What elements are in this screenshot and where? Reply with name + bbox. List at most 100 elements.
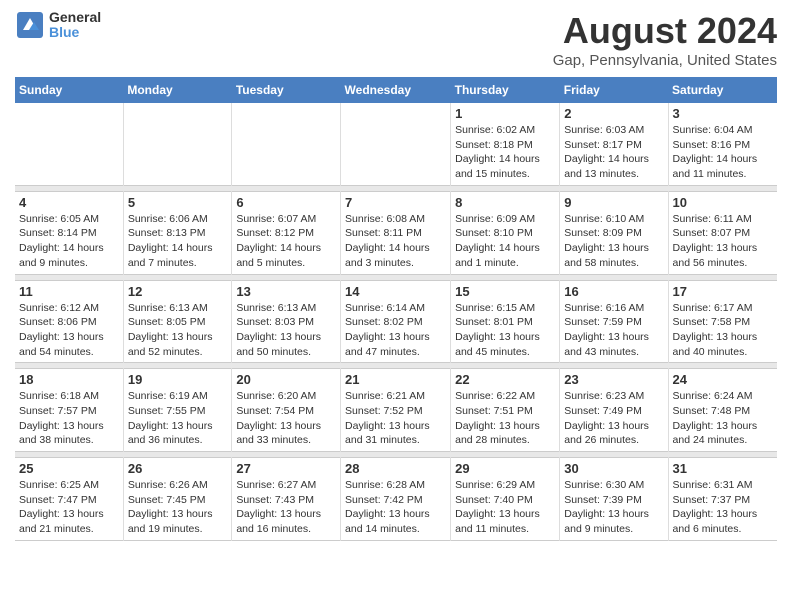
day-number: 6 (236, 195, 336, 210)
day-number: 19 (128, 372, 228, 387)
calendar-cell: 27Sunrise: 6:27 AMSunset: 7:43 PMDayligh… (232, 458, 341, 541)
day-number: 23 (564, 372, 663, 387)
day-detail: Sunrise: 6:31 AMSunset: 7:37 PMDaylight:… (673, 478, 773, 537)
weekday-header: Wednesday (341, 77, 451, 103)
day-detail: Sunrise: 6:14 AMSunset: 8:02 PMDaylight:… (345, 301, 446, 360)
title-block: August 2024 Gap, Pennsylvania, United St… (553, 10, 777, 69)
day-detail: Sunrise: 6:28 AMSunset: 7:42 PMDaylight:… (345, 478, 446, 537)
day-detail: Sunrise: 6:04 AMSunset: 8:16 PMDaylight:… (673, 123, 773, 182)
day-number: 15 (455, 284, 555, 299)
calendar-cell: 5Sunrise: 6:06 AMSunset: 8:13 PMDaylight… (123, 191, 232, 274)
day-detail: Sunrise: 6:11 AMSunset: 8:07 PMDaylight:… (673, 212, 773, 271)
day-detail: Sunrise: 6:21 AMSunset: 7:52 PMDaylight:… (345, 389, 446, 448)
day-detail: Sunrise: 6:20 AMSunset: 7:54 PMDaylight:… (236, 389, 336, 448)
day-detail: Sunrise: 6:05 AMSunset: 8:14 PMDaylight:… (19, 212, 119, 271)
calendar-row: 25 Sunrise: 6:25 AMSunset: 7:47 PMDayligh… (15, 458, 777, 541)
day-number: 29 (455, 461, 555, 476)
calendar-cell: 28Sunrise: 6:28 AMSunset: 7:42 PMDayligh… (341, 458, 451, 541)
day-number: 14 (345, 284, 446, 299)
calendar-table: SundayMondayTuesdayWednesdayThursdayFrid… (15, 77, 777, 541)
day-detail: Sunrise: 6:03 AMSunset: 8:17 PMDaylight:… (564, 123, 663, 182)
day-detail: Sunrise: 6:18 AMSunset: 7:57 PMDaylight:… (19, 389, 119, 448)
calendar-cell: 6 Sunrise: 6:07 AMSunset: 8:12 PMDaylight… (232, 191, 341, 274)
day-detail: Sunrise: 6:02 AMSunset: 8:18 PMDaylight:… (455, 123, 555, 182)
weekday-header: Sunday (15, 77, 123, 103)
day-number: 25 (19, 461, 119, 476)
calendar-cell: 10Sunrise: 6:11 AMSunset: 8:07 PMDayligh… (668, 191, 777, 274)
calendar-cell: 16Sunrise: 6:16 AMSunset: 7:59 PMDayligh… (560, 280, 668, 363)
day-number: 26 (128, 461, 228, 476)
calendar-cell: 26 Sunrise: 6:26 AMSunset: 7:45 PMDayligh… (123, 458, 232, 541)
day-detail: Sunrise: 6:13 AMSunset: 8:05 PMDaylight:… (128, 301, 228, 360)
day-detail: Sunrise: 6:07 AMSunset: 8:12 PMDaylight:… (236, 212, 336, 271)
calendar-cell: 1 Sunrise: 6:02 AMSunset: 8:18 PMDaylight… (451, 103, 560, 185)
logo-general: General (49, 10, 101, 25)
day-number: 17 (673, 284, 773, 299)
day-number: 12 (128, 284, 228, 299)
calendar-cell: 19 Sunrise: 6:19 AMSunset: 7:55 PMDayligh… (123, 369, 232, 452)
day-number: 1 (455, 106, 555, 121)
calendar-cell: 31 Sunrise: 6:31 AMSunset: 7:37 PMDayligh… (668, 458, 777, 541)
calendar-cell: 30Sunrise: 6:30 AMSunset: 7:39 PMDayligh… (560, 458, 668, 541)
calendar-cell: 17 Sunrise: 6:17 AMSunset: 7:58 PMDayligh… (668, 280, 777, 363)
weekday-header: Saturday (668, 77, 777, 103)
day-number: 21 (345, 372, 446, 387)
calendar-cell: 25 Sunrise: 6:25 AMSunset: 7:47 PMDayligh… (15, 458, 123, 541)
day-detail: Sunrise: 6:10 AMSunset: 8:09 PMDaylight:… (564, 212, 663, 271)
logo: General Blue (15, 10, 101, 41)
calendar-row: 4 Sunrise: 6:05 AMSunset: 8:14 PMDaylight… (15, 191, 777, 274)
calendar-cell: 3 Sunrise: 6:04 AMSunset: 8:16 PMDaylight… (668, 103, 777, 185)
day-number: 24 (673, 372, 773, 387)
page-header: General Blue August 2024 Gap, Pennsylvan… (15, 10, 777, 69)
day-detail: Sunrise: 6:13 AMSunset: 8:03 PMDaylight:… (236, 301, 336, 360)
weekday-header: Thursday (451, 77, 560, 103)
calendar-cell: 7Sunrise: 6:08 AMSunset: 8:11 PMDaylight… (341, 191, 451, 274)
calendar-cell: 23 Sunrise: 6:23 AMSunset: 7:49 PMDayligh… (560, 369, 668, 452)
day-number: 18 (19, 372, 119, 387)
day-detail: Sunrise: 6:27 AMSunset: 7:43 PMDaylight:… (236, 478, 336, 537)
day-number: 31 (673, 461, 773, 476)
calendar-cell: 29Sunrise: 6:29 AMSunset: 7:40 PMDayligh… (451, 458, 560, 541)
calendar-cell: 8 Sunrise: 6:09 AMSunset: 8:10 PMDaylight… (451, 191, 560, 274)
day-detail: Sunrise: 6:17 AMSunset: 7:58 PMDaylight:… (673, 301, 773, 360)
calendar-row: 1 Sunrise: 6:02 AMSunset: 8:18 PMDaylight… (15, 103, 777, 185)
day-detail: Sunrise: 6:24 AMSunset: 7:48 PMDaylight:… (673, 389, 773, 448)
calendar-cell: 24 Sunrise: 6:24 AMSunset: 7:48 PMDayligh… (668, 369, 777, 452)
weekday-header: Tuesday (232, 77, 341, 103)
main-title: August 2024 (553, 10, 777, 52)
calendar-cell (232, 103, 341, 185)
calendar-row: 11 Sunrise: 6:12 AMSunset: 8:06 PMDayligh… (15, 280, 777, 363)
calendar-cell: 2 Sunrise: 6:03 AMSunset: 8:17 PMDaylight… (560, 103, 668, 185)
calendar-cell: 11 Sunrise: 6:12 AMSunset: 8:06 PMDayligh… (15, 280, 123, 363)
logo-blue: Blue (49, 25, 101, 40)
day-number: 8 (455, 195, 555, 210)
calendar-cell: 20 Sunrise: 6:20 AMSunset: 7:54 PMDayligh… (232, 369, 341, 452)
day-number: 4 (19, 195, 119, 210)
weekday-header: Monday (123, 77, 232, 103)
calendar-cell: 21 Sunrise: 6:21 AMSunset: 7:52 PMDayligh… (341, 369, 451, 452)
day-detail: Sunrise: 6:25 AMSunset: 7:47 PMDaylight:… (19, 478, 119, 537)
day-number: 5 (128, 195, 228, 210)
calendar-cell: 15Sunrise: 6:15 AMSunset: 8:01 PMDayligh… (451, 280, 560, 363)
day-number: 2 (564, 106, 663, 121)
logo-icon (15, 10, 45, 40)
day-number: 7 (345, 195, 446, 210)
day-detail: Sunrise: 6:23 AMSunset: 7:49 PMDaylight:… (564, 389, 663, 448)
weekday-header: Friday (560, 77, 668, 103)
calendar-cell: 22Sunrise: 6:22 AMSunset: 7:51 PMDayligh… (451, 369, 560, 452)
calendar-cell (123, 103, 232, 185)
day-number: 20 (236, 372, 336, 387)
day-detail: Sunrise: 6:26 AMSunset: 7:45 PMDaylight:… (128, 478, 228, 537)
day-detail: Sunrise: 6:09 AMSunset: 8:10 PMDaylight:… (455, 212, 555, 271)
day-number: 30 (564, 461, 663, 476)
calendar-cell (15, 103, 123, 185)
day-detail: Sunrise: 6:12 AMSunset: 8:06 PMDaylight:… (19, 301, 119, 360)
day-detail: Sunrise: 6:19 AMSunset: 7:55 PMDaylight:… (128, 389, 228, 448)
logo-text: General Blue (49, 10, 101, 41)
day-number: 3 (673, 106, 773, 121)
subtitle: Gap, Pennsylvania, United States (553, 52, 777, 69)
day-number: 11 (19, 284, 119, 299)
calendar-cell: 9Sunrise: 6:10 AMSunset: 8:09 PMDaylight… (560, 191, 668, 274)
calendar-row: 18 Sunrise: 6:18 AMSunset: 7:57 PMDayligh… (15, 369, 777, 452)
day-detail: Sunrise: 6:16 AMSunset: 7:59 PMDaylight:… (564, 301, 663, 360)
